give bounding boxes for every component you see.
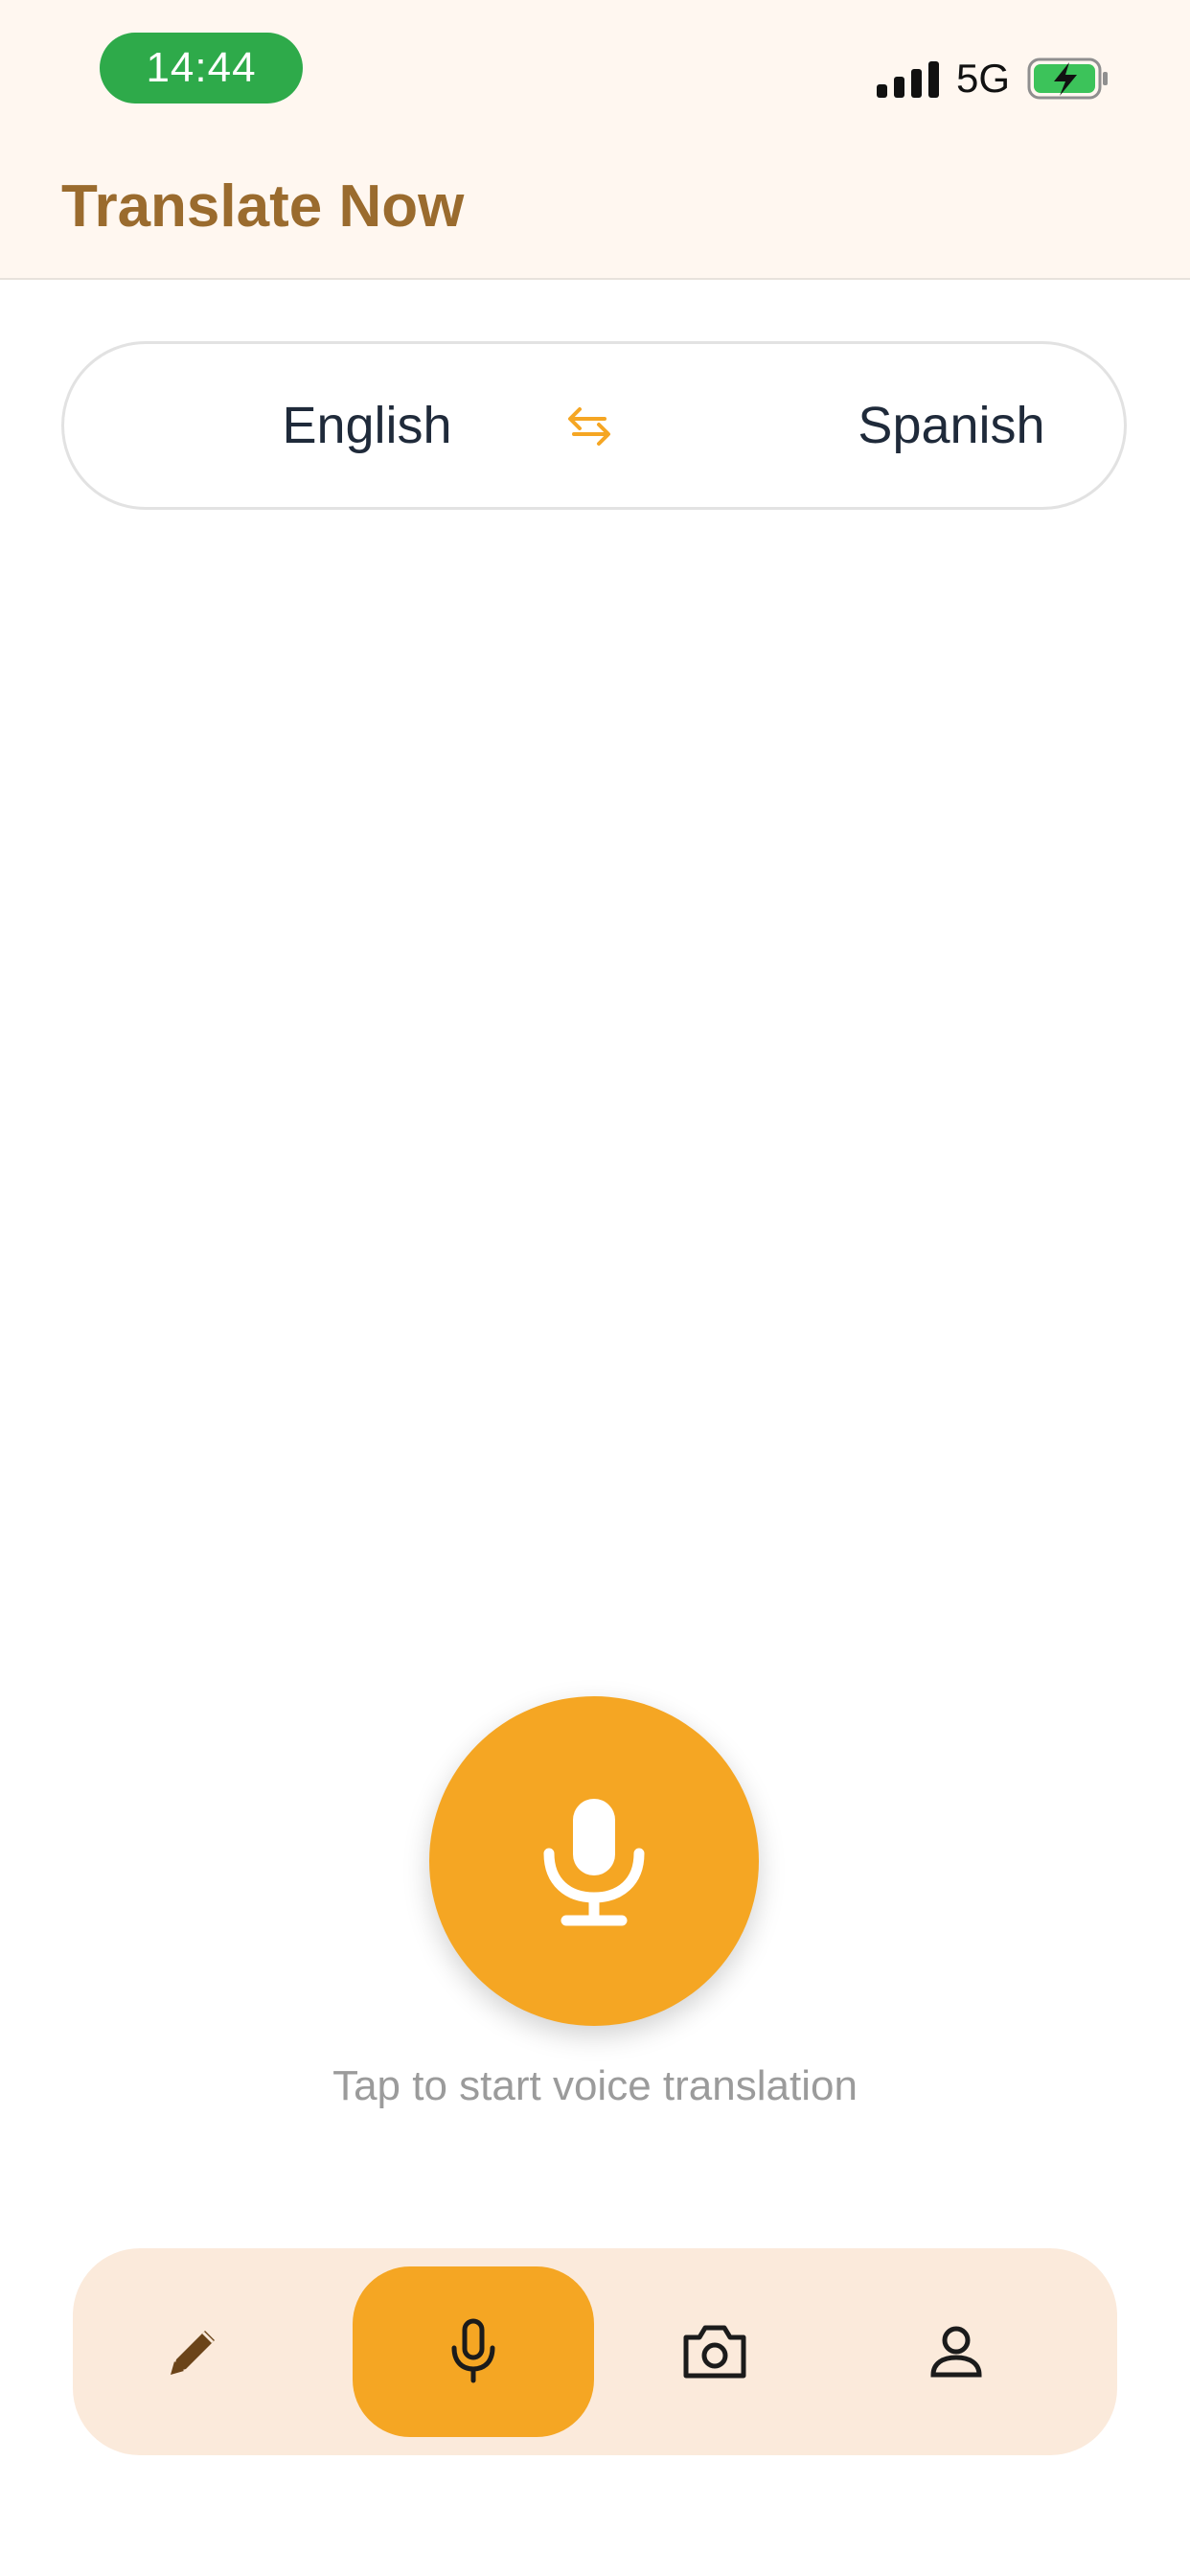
microphone-icon [451,2318,495,2383]
language-selector: English Spanish [61,341,1127,510]
microphone-icon [543,1799,645,1926]
status-time: 14:44 [100,33,303,104]
header-area: 14:44 5G Translate Now [0,0,1190,280]
swap-languages-button[interactable] [559,396,620,457]
battery-charging-icon [1027,58,1108,100]
swap-arrows-icon [568,407,610,446]
camera-icon [683,2325,746,2379]
active-tab-indicator [353,2266,594,2437]
network-label: 5G [955,56,1010,101]
person-icon [930,2326,982,2378]
target-language-button[interactable]: Spanish [808,344,1095,507]
signal-bars-icon [876,59,939,98]
pencil-icon [171,2331,215,2375]
nav-camera-button[interactable] [594,2248,835,2455]
app-title: Translate Now [61,173,465,240]
status-icons: 5G [876,54,1110,104]
source-language-button[interactable]: English [223,344,511,507]
voice-hint-text: Tap to start voice translation [332,2062,858,2109]
nav-profile-button[interactable] [835,2248,1077,2455]
bottom-navigation [73,2248,1117,2455]
nav-text-button[interactable] [73,2248,314,2455]
nav-voice-button[interactable] [353,2248,594,2455]
start-voice-button[interactable] [429,1696,759,2026]
